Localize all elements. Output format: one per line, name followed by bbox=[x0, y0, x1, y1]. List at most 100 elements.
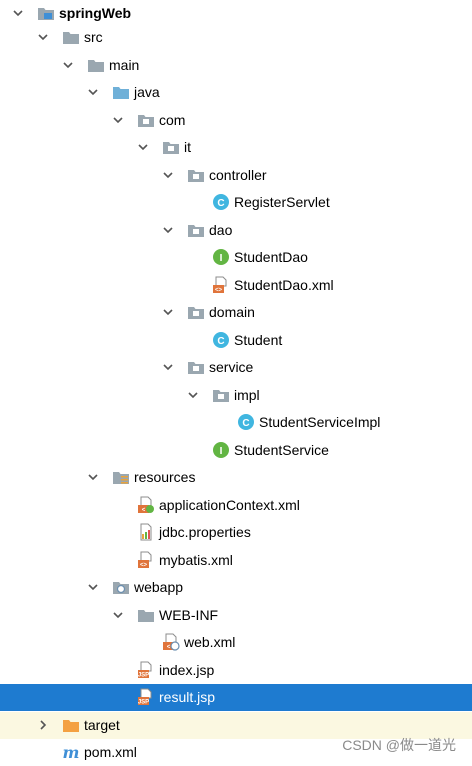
tree-row[interactable]: C StudentServiceImpl bbox=[0, 409, 472, 436]
chevron-down-icon[interactable] bbox=[137, 140, 149, 152]
chevron-down-icon[interactable] bbox=[162, 305, 174, 317]
tree-row[interactable]: jdbc.properties bbox=[0, 519, 472, 546]
tree-item-label: domain bbox=[209, 304, 255, 320]
maven-pom-icon: m bbox=[62, 743, 80, 762]
tree-item-label: jdbc.properties bbox=[159, 524, 251, 540]
chevron-down-icon[interactable] bbox=[112, 113, 124, 125]
tree-row[interactable]: JSP result.jsp bbox=[0, 684, 472, 711]
chevron-down-icon[interactable] bbox=[112, 608, 124, 620]
tree-item-label: StudentServiceImpl bbox=[259, 414, 381, 430]
svg-text:m: m bbox=[63, 743, 80, 761]
svg-text:C: C bbox=[242, 418, 249, 429]
chevron-right-icon[interactable] bbox=[37, 718, 49, 730]
chevron-down-icon[interactable] bbox=[62, 58, 74, 70]
chevron-down-icon[interactable] bbox=[87, 85, 99, 97]
tree-item-label: service bbox=[209, 359, 254, 375]
chevron-down-icon[interactable] bbox=[162, 223, 174, 235]
tree-item-label: main bbox=[109, 57, 140, 73]
project-tree: springWeb src main java com it controller C Regi… bbox=[0, 0, 472, 765]
package-icon bbox=[212, 386, 230, 404]
package-icon bbox=[187, 303, 205, 321]
properties-file-icon bbox=[137, 523, 155, 541]
tree-item-label: it bbox=[184, 139, 191, 155]
svg-text:C: C bbox=[217, 336, 224, 347]
resources-folder-icon bbox=[112, 468, 130, 486]
folder-icon bbox=[62, 28, 80, 46]
tree-row[interactable]: src bbox=[0, 24, 472, 51]
chevron-down-icon[interactable] bbox=[12, 6, 24, 18]
tree-item-label: resources bbox=[134, 469, 196, 485]
svg-text:<: < bbox=[142, 508, 146, 514]
package-icon bbox=[187, 221, 205, 239]
module-folder-icon bbox=[37, 4, 55, 22]
svg-text:JSP: JSP bbox=[138, 673, 149, 679]
tree-row[interactable]: springWeb bbox=[0, 0, 472, 27]
java-class-icon: C bbox=[237, 413, 255, 431]
tree-item-label: Student bbox=[234, 332, 283, 348]
tree-row[interactable]: com bbox=[0, 107, 472, 134]
java-class-icon: C bbox=[212, 193, 230, 211]
tree-item-label: StudentDao bbox=[234, 249, 308, 265]
tree-row[interactable]: service bbox=[0, 354, 472, 381]
spring-xml-icon: < bbox=[137, 496, 155, 514]
jsp-file-icon: JSP bbox=[137, 688, 155, 706]
svg-text:I: I bbox=[220, 446, 223, 457]
tree-row[interactable]: C RegisterServlet bbox=[0, 189, 472, 216]
tree-item-label: com bbox=[159, 112, 186, 128]
chevron-down-icon[interactable] bbox=[187, 388, 199, 400]
svg-text:I: I bbox=[220, 253, 223, 264]
tree-item-label: dao bbox=[209, 222, 233, 238]
tree-item-label: src bbox=[84, 29, 103, 45]
svg-text:<: < bbox=[167, 645, 171, 651]
tree-item-label: RegisterServlet bbox=[234, 194, 330, 210]
tree-row[interactable]: <> mybatis.xml bbox=[0, 547, 472, 574]
xml-file-icon: <> bbox=[137, 551, 155, 569]
folder-icon bbox=[87, 56, 105, 74]
tree-item-label: applicationContext.xml bbox=[159, 497, 300, 513]
package-icon bbox=[137, 111, 155, 129]
web-xml-icon: < bbox=[162, 633, 180, 651]
jsp-file-icon: JSP bbox=[137, 661, 155, 679]
tree-item-label: webapp bbox=[134, 579, 184, 595]
tree-item-label: index.jsp bbox=[159, 662, 215, 678]
tree-item-label: springWeb bbox=[59, 5, 132, 21]
tree-item-label: WEB-INF bbox=[159, 607, 219, 623]
tree-row[interactable]: dao bbox=[0, 217, 472, 244]
chevron-down-icon[interactable] bbox=[87, 470, 99, 482]
svg-text:<>: <> bbox=[140, 563, 148, 569]
tree-row[interactable]: WEB-INF bbox=[0, 602, 472, 629]
package-icon bbox=[187, 358, 205, 376]
tree-item-label: target bbox=[84, 717, 120, 733]
tree-row[interactable]: webapp bbox=[0, 574, 472, 601]
tree-row[interactable]: <> StudentDao.xml bbox=[0, 272, 472, 299]
java-interface-icon: I bbox=[212, 441, 230, 459]
tree-row[interactable]: java bbox=[0, 79, 472, 106]
tree-row[interactable]: main bbox=[0, 52, 472, 79]
tree-row[interactable]: impl bbox=[0, 382, 472, 409]
tree-row[interactable]: C Student bbox=[0, 327, 472, 354]
tree-item-label: result.jsp bbox=[159, 689, 216, 705]
tree-row[interactable]: controller bbox=[0, 162, 472, 189]
chevron-down-icon[interactable] bbox=[87, 580, 99, 592]
chevron-down-icon[interactable] bbox=[162, 168, 174, 180]
java-class-icon: C bbox=[212, 331, 230, 349]
svg-text:C: C bbox=[217, 198, 224, 209]
tree-row[interactable]: < web.xml bbox=[0, 629, 472, 656]
source-root-folder-icon bbox=[112, 83, 130, 101]
package-icon bbox=[187, 166, 205, 184]
java-interface-icon: I bbox=[212, 248, 230, 266]
tree-item-label: StudentDao.xml bbox=[234, 277, 334, 293]
chevron-down-icon[interactable] bbox=[162, 360, 174, 372]
tree-row[interactable]: < applicationContext.xml bbox=[0, 492, 472, 519]
tree-row[interactable]: it bbox=[0, 134, 472, 161]
package-icon bbox=[162, 138, 180, 156]
chevron-down-icon[interactable] bbox=[37, 30, 49, 42]
svg-text:<>: <> bbox=[215, 288, 223, 294]
tree-row[interactable]: JSP index.jsp bbox=[0, 657, 472, 684]
tree-row[interactable]: I StudentService bbox=[0, 437, 472, 464]
tree-item-label: java bbox=[134, 84, 160, 100]
tree-row[interactable]: domain bbox=[0, 299, 472, 326]
excluded-folder-icon bbox=[62, 716, 80, 734]
tree-row[interactable]: resources bbox=[0, 464, 472, 491]
tree-row[interactable]: I StudentDao bbox=[0, 244, 472, 271]
